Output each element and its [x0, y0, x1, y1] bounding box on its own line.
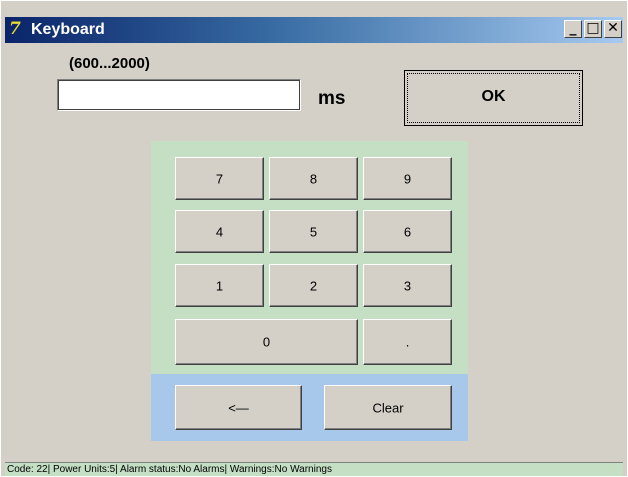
- key-6[interactable]: 6: [363, 210, 452, 253]
- app-logo-icon: 7: [9, 19, 21, 39]
- backspace-button[interactable]: <—: [175, 385, 302, 430]
- key-label: 6: [403, 224, 412, 239]
- key-9[interactable]: 9: [363, 157, 452, 200]
- keyboard-dialog: 7 Keyboard _ □ ✕ (600...2000) ms OK 7 8 …: [0, 0, 628, 477]
- key-decimal[interactable]: .: [363, 319, 452, 365]
- ok-button[interactable]: OK: [404, 70, 583, 126]
- minimize-button[interactable]: _: [564, 20, 582, 38]
- key-label: 9: [403, 171, 412, 186]
- key-7[interactable]: 7: [175, 157, 264, 200]
- title-bar[interactable]: 7 Keyboard _ □ ✕: [5, 17, 623, 43]
- key-label: 1: [215, 278, 224, 293]
- key-label: 8: [309, 171, 318, 186]
- unit-label: ms: [318, 88, 346, 109]
- close-button[interactable]: ✕: [604, 20, 622, 38]
- backspace-label: <—: [228, 400, 249, 415]
- key-1[interactable]: 1: [175, 264, 264, 307]
- key-label: 3: [403, 278, 412, 293]
- key-label: 2: [309, 278, 318, 293]
- key-5[interactable]: 5: [269, 210, 358, 253]
- key-3[interactable]: 3: [363, 264, 452, 307]
- clear-label: Clear: [372, 400, 404, 415]
- key-0[interactable]: 0: [175, 319, 358, 365]
- status-bar: Code: 22| Power Units:5| Alarm status:No…: [5, 462, 623, 476]
- range-label: (600...2000): [69, 55, 150, 72]
- key-4[interactable]: 4: [175, 210, 264, 253]
- key-label: 0: [262, 334, 271, 350]
- value-input[interactable]: [57, 79, 301, 111]
- ok-button-label: OK: [481, 88, 506, 105]
- key-8[interactable]: 8: [269, 157, 358, 200]
- key-label: 5: [309, 224, 318, 239]
- maximize-button[interactable]: □: [584, 20, 602, 38]
- key-label: .: [405, 334, 410, 350]
- key-label: 7: [215, 171, 224, 186]
- window-title: Keyboard: [31, 21, 105, 38]
- key-2[interactable]: 2: [269, 264, 358, 307]
- clear-button[interactable]: Clear: [324, 385, 452, 430]
- key-label: 4: [215, 224, 224, 239]
